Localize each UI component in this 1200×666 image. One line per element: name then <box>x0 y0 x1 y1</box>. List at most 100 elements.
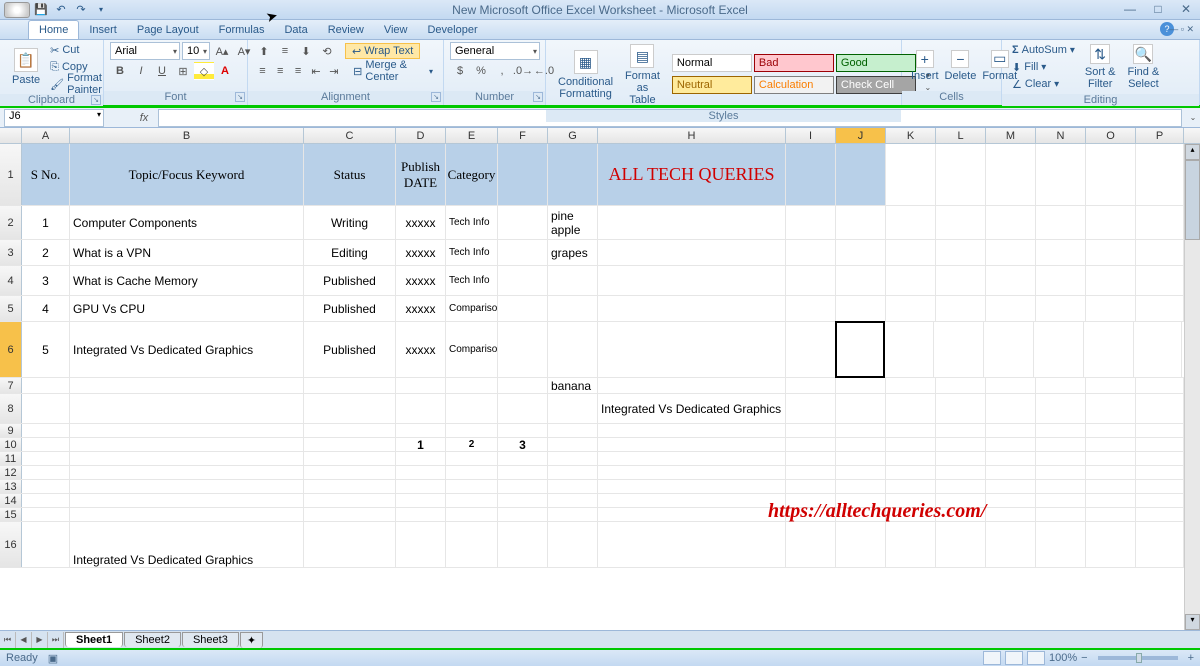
cell-F3[interactable] <box>498 240 548 265</box>
cell-G13[interactable] <box>548 480 598 493</box>
cell-O2[interactable] <box>1086 206 1136 239</box>
font-color-button[interactable]: A <box>215 62 235 80</box>
cell-D16[interactable] <box>396 522 446 567</box>
cell-B1[interactable]: Topic/Focus Keyword <box>70 144 304 205</box>
cell-E16[interactable] <box>446 522 498 567</box>
cell-F16[interactable] <box>498 522 548 567</box>
cell-G14[interactable] <box>548 494 598 507</box>
cell-P6[interactable] <box>1134 322 1182 377</box>
cell-C1[interactable]: Status <box>304 144 396 205</box>
fx-button[interactable]: fx <box>134 112 154 124</box>
cell-N8[interactable] <box>1036 394 1086 423</box>
row-header-4[interactable]: 4 <box>0 266 22 295</box>
cell-K6[interactable] <box>884 322 934 377</box>
office-button[interactable] <box>4 2 30 18</box>
currency-icon[interactable]: $ <box>450 62 470 80</box>
cell-I10[interactable] <box>786 438 836 451</box>
save-icon[interactable]: 💾 <box>32 2 50 18</box>
cell-M8[interactable] <box>986 394 1036 423</box>
cell-P15[interactable] <box>1136 508 1184 521</box>
cell-O15[interactable] <box>1086 508 1136 521</box>
cell-K7[interactable] <box>886 378 936 393</box>
cell-O5[interactable] <box>1086 296 1136 321</box>
indent-increase-icon[interactable]: ⇥ <box>325 62 342 80</box>
cell-B13[interactable] <box>70 480 304 493</box>
col-header-E[interactable]: E <box>446 128 498 143</box>
cell-I3[interactable] <box>786 240 836 265</box>
cell-A2[interactable]: 1 <box>22 206 70 239</box>
cell-E12[interactable] <box>446 466 498 479</box>
cell-F7[interactable] <box>498 378 548 393</box>
cell-C4[interactable]: Published <box>304 266 396 295</box>
sheet-tab-sheet3[interactable]: Sheet3 <box>182 632 239 647</box>
cell-E10[interactable]: 2 <box>446 438 498 451</box>
cell-I9[interactable] <box>786 424 836 437</box>
cell-G1[interactable] <box>548 144 598 205</box>
cell-D4[interactable]: xxxxx <box>396 266 446 295</box>
row-header-10[interactable]: 10 <box>0 438 22 451</box>
cell-M2[interactable] <box>986 206 1036 239</box>
cell-M14[interactable] <box>986 494 1036 507</box>
italic-button[interactable]: I <box>131 62 151 80</box>
cell-N14[interactable] <box>1036 494 1086 507</box>
cell-N15[interactable] <box>1036 508 1086 521</box>
cell-B4[interactable]: What is Cache Memory <box>70 266 304 295</box>
find-select-button[interactable]: 🔍Find & Select <box>1121 42 1165 92</box>
cell-K5[interactable] <box>886 296 936 321</box>
cell-P4[interactable] <box>1136 266 1184 295</box>
cell-L13[interactable] <box>936 480 986 493</box>
cell-C10[interactable] <box>304 438 396 451</box>
cell-D5[interactable]: xxxxx <box>396 296 446 321</box>
cell-L8[interactable] <box>936 394 986 423</box>
normal-view-button[interactable] <box>983 651 1001 665</box>
cell-O14[interactable] <box>1086 494 1136 507</box>
cell-F2[interactable] <box>498 206 548 239</box>
cell-I16[interactable] <box>786 522 836 567</box>
align-center-icon[interactable]: ≡ <box>272 62 289 80</box>
cell-N1[interactable] <box>1036 144 1086 205</box>
cell-N2[interactable] <box>1036 206 1086 239</box>
col-header-C[interactable]: C <box>304 128 396 143</box>
cell-H13[interactable] <box>598 480 786 493</box>
cell-B11[interactable] <box>70 452 304 465</box>
cell-P12[interactable] <box>1136 466 1184 479</box>
undo-icon[interactable]: ↶ <box>52 2 70 18</box>
scroll-thumb[interactable] <box>1185 160 1200 240</box>
cell-A5[interactable]: 4 <box>22 296 70 321</box>
insert-cells-button[interactable]: +Insert <box>908 48 942 84</box>
row-header-16[interactable]: 16 <box>0 522 22 567</box>
cell-O8[interactable] <box>1086 394 1136 423</box>
col-header-G[interactable]: G <box>548 128 598 143</box>
col-header-M[interactable]: M <box>986 128 1036 143</box>
comma-icon[interactable]: , <box>492 62 512 80</box>
cell-A1[interactable]: S No. <box>22 144 70 205</box>
cell-J8[interactable] <box>836 394 886 423</box>
cell-C3[interactable]: Editing <box>304 240 396 265</box>
col-header-B[interactable]: B <box>70 128 304 143</box>
cell-G11[interactable] <box>548 452 598 465</box>
cell-J6[interactable] <box>835 321 885 378</box>
cell-E8[interactable] <box>446 394 498 423</box>
cell-I2[interactable] <box>786 206 836 239</box>
cell-H11[interactable] <box>598 452 786 465</box>
cell-K1[interactable] <box>886 144 936 205</box>
redo-icon[interactable]: ↷ <box>72 2 90 18</box>
cell-F12[interactable] <box>498 466 548 479</box>
cell-G4[interactable] <box>548 266 598 295</box>
cell-F14[interactable] <box>498 494 548 507</box>
zoom-slider[interactable] <box>1098 656 1178 660</box>
cell-L12[interactable] <box>936 466 986 479</box>
cell-O1[interactable] <box>1086 144 1136 205</box>
row-header-5[interactable]: 5 <box>0 296 22 321</box>
cell-N13[interactable] <box>1036 480 1086 493</box>
last-sheet-button[interactable]: ⏭ <box>48 632 64 648</box>
cell-D3[interactable]: xxxxx <box>396 240 446 265</box>
cell-B14[interactable] <box>70 494 304 507</box>
cell-K14[interactable] <box>886 494 936 507</box>
paste-button[interactable]: 📋Paste <box>6 46 46 88</box>
row-header-3[interactable]: 3 <box>0 240 22 265</box>
cell-H14[interactable] <box>598 494 786 507</box>
zoom-level[interactable]: 100% <box>1049 652 1077 664</box>
cell-G6[interactable] <box>548 322 598 377</box>
cell-style-bad[interactable]: Bad <box>754 54 834 72</box>
